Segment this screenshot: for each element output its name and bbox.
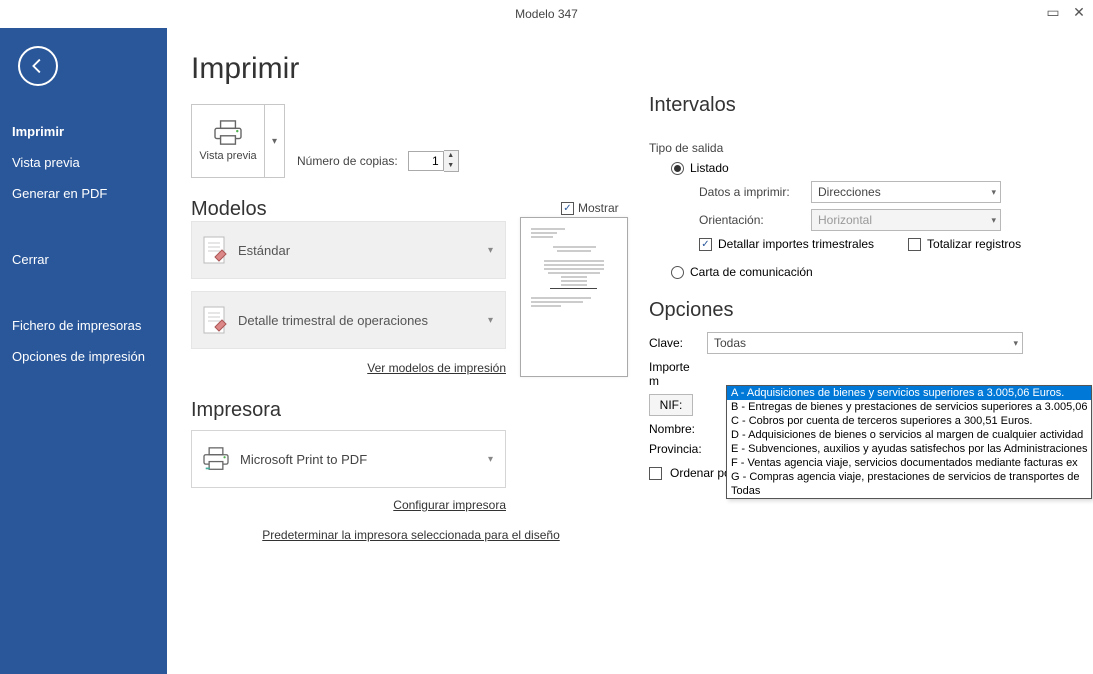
orientacion-label: Orientación: <box>699 213 799 227</box>
clave-option-f[interactable]: F - Ventas agencia viaje, servicios docu… <box>727 456 1091 470</box>
intervalos-heading: Intervalos <box>649 94 1073 117</box>
listado-label: Listado <box>690 161 729 175</box>
chevron-down-icon: ▾ <box>991 187 996 198</box>
nav-cerrar[interactable]: Cerrar <box>0 244 167 275</box>
mostrar-label: Mostrar <box>578 201 619 215</box>
copies-input[interactable] <box>408 151 444 171</box>
clave-option-d[interactable]: D - Adquisiciones de bienes o servicios … <box>727 428 1091 442</box>
clave-option-c[interactable]: C - Cobros por cuenta de terceros superi… <box>727 414 1091 428</box>
detallar-checkbox[interactable]: ✓ <box>699 238 712 251</box>
tipo-salida-label: Tipo de salida <box>649 141 1073 155</box>
carta-radio[interactable] <box>671 266 684 279</box>
datos-imprimir-label: Datos a imprimir: <box>699 185 799 199</box>
nav-vista-previa[interactable]: Vista previa <box>0 147 167 178</box>
predeterminar-impresora-link[interactable]: Predeterminar la impresora seleccionada … <box>191 528 631 542</box>
model-estandar[interactable]: Estándar ▾ <box>191 221 506 279</box>
back-button[interactable] <box>18 46 58 86</box>
preview-button-label: Vista previa <box>199 150 256 162</box>
datos-imprimir-value: Direcciones <box>818 185 881 199</box>
provincia-label: Provincia: <box>649 442 699 456</box>
nav-opciones-impresion[interactable]: Opciones de impresión <box>0 341 167 372</box>
carta-label: Carta de comunicación <box>690 265 813 279</box>
totalizar-checkbox[interactable] <box>908 238 921 251</box>
document-icon <box>202 235 228 265</box>
printer-icon <box>202 447 230 471</box>
vista-previa-dropdown[interactable]: ▾ <box>264 105 284 177</box>
importe-label: Importe m <box>649 360 699 388</box>
copies-label: Número de copias: <box>297 154 398 168</box>
document-icon <box>202 305 228 335</box>
sidebar: Imprimir Vista previa Generar en PDF Cer… <box>0 28 167 674</box>
totalizar-label: Totalizar registros <box>927 237 1021 251</box>
window-close-icon[interactable]: ✕ <box>1071 4 1087 20</box>
chevron-down-icon: ▾ <box>488 454 493 465</box>
window-maximize-icon[interactable]: ▭ <box>1045 4 1061 20</box>
datos-imprimir-combo[interactable]: Direcciones ▾ <box>811 181 1001 203</box>
nombre-label: Nombre: <box>649 422 699 436</box>
orientacion-value: Horizontal <box>818 213 872 227</box>
ver-modelos-link[interactable]: Ver modelos de impresión <box>191 361 506 375</box>
chevron-down-icon: ▾ <box>488 245 493 256</box>
impresora-heading: Impresora <box>191 399 631 422</box>
page-title: Imprimir <box>191 52 631 86</box>
clave-value: Todas <box>714 336 746 350</box>
nav-generar-pdf[interactable]: Generar en PDF <box>0 178 167 209</box>
page-preview-thumb[interactable] <box>520 217 628 377</box>
clave-dropdown-list[interactable]: A - Adquisiciones de bienes y servicios … <box>726 385 1092 499</box>
printer-name: Microsoft Print to PDF <box>240 452 367 467</box>
chevron-down-icon: ▾ <box>1013 338 1018 349</box>
listado-radio[interactable] <box>671 162 684 175</box>
chevron-down-icon: ▾ <box>991 215 996 226</box>
printer-selector[interactable]: Microsoft Print to PDF ▾ <box>191 430 506 488</box>
clave-option-todas[interactable]: Todas <box>727 484 1091 498</box>
nav-imprimir[interactable]: Imprimir <box>0 116 167 147</box>
nav-fichero-impresoras[interactable]: Fichero de impresoras <box>0 310 167 341</box>
clave-option-a[interactable]: A - Adquisiciones de bienes y servicios … <box>727 386 1091 400</box>
detallar-label: Detallar importes trimestrales <box>718 237 874 251</box>
opciones-heading: Opciones <box>649 299 1073 322</box>
printer-icon <box>213 120 243 146</box>
clave-option-e[interactable]: E - Subvenciones, auxilios y ayudas sati… <box>727 442 1091 456</box>
configurar-impresora-link[interactable]: Configurar impresora <box>191 498 506 512</box>
window-title: Modelo 347 <box>515 7 578 21</box>
vista-previa-button[interactable]: Vista previa <box>192 105 264 177</box>
ordenar-checkbox[interactable] <box>649 467 662 480</box>
orientacion-combo: Horizontal ▾ <box>811 209 1001 231</box>
model-detalle-label: Detalle trimestral de operaciones <box>238 313 428 328</box>
mostrar-checkbox[interactable]: ✓ <box>561 202 574 215</box>
copies-down[interactable]: ▼ <box>444 161 458 171</box>
model-detalle[interactable]: Detalle trimestral de operaciones ▾ <box>191 291 506 349</box>
copies-up[interactable]: ▲ <box>444 151 458 161</box>
clave-label: Clave: <box>649 336 699 350</box>
chevron-down-icon: ▾ <box>488 315 493 326</box>
clave-combo[interactable]: Todas ▾ <box>707 332 1023 354</box>
clave-option-g[interactable]: G - Compras agencia viaje, prestaciones … <box>727 470 1091 484</box>
clave-option-b[interactable]: B - Entregas de bienes y prestaciones de… <box>727 400 1091 414</box>
model-estandar-label: Estándar <box>238 243 290 258</box>
nif-button[interactable]: NIF: <box>649 394 693 416</box>
